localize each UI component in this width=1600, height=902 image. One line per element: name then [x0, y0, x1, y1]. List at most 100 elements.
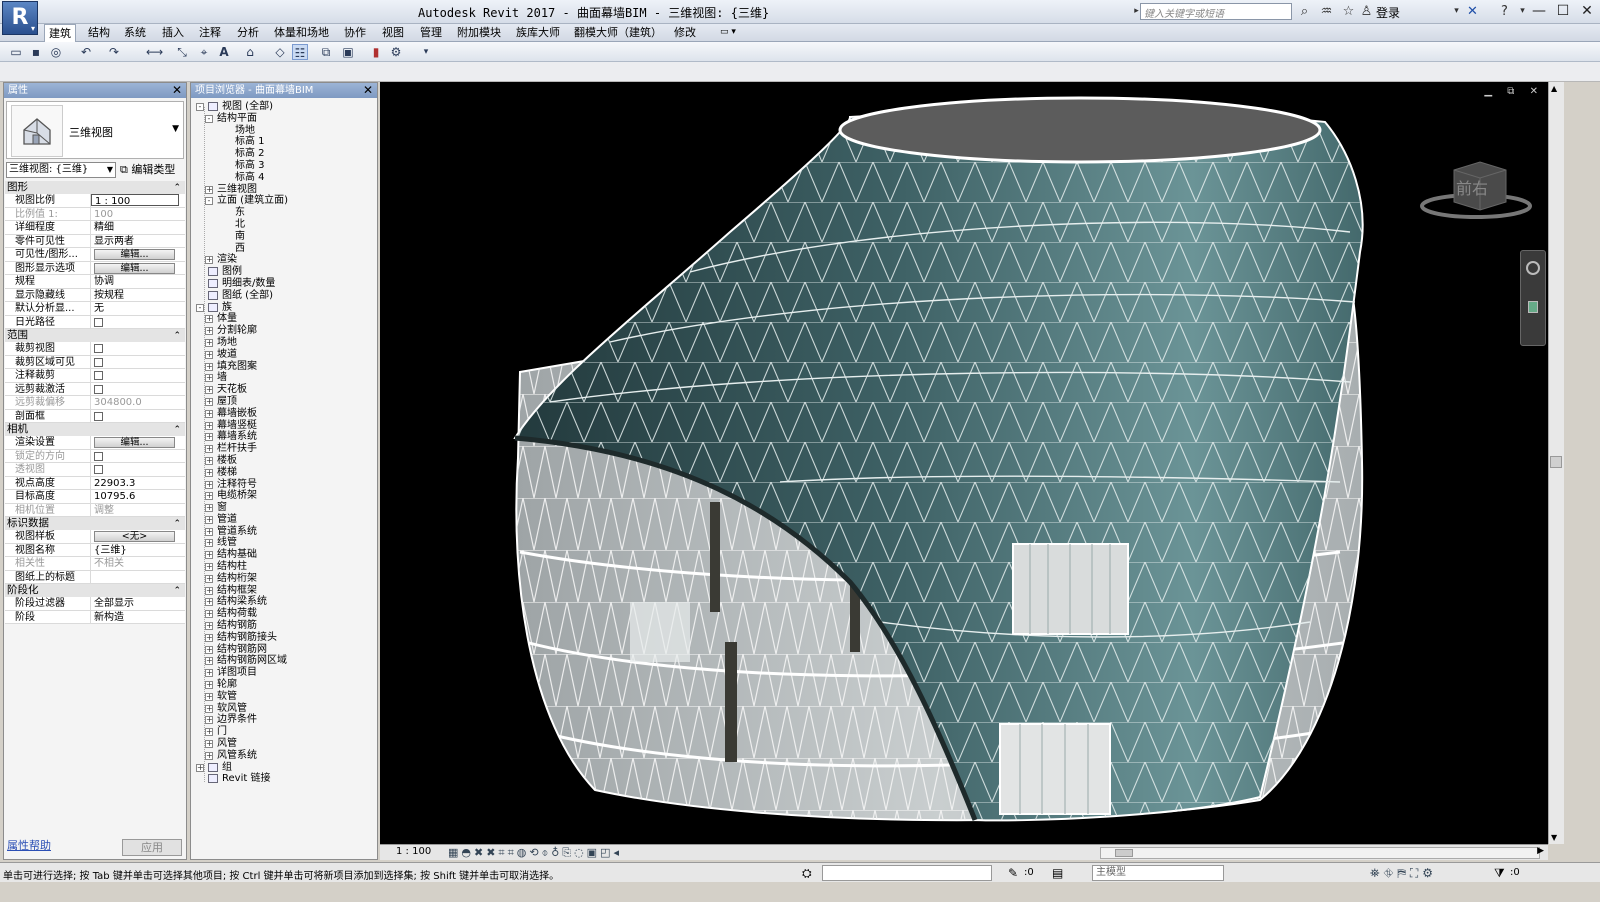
browser-node[interactable]: 西 — [194, 243, 376, 255]
browser-node[interactable]: + 风管 — [194, 738, 376, 750]
scrollbar-thumb[interactable] — [1550, 456, 1562, 468]
property-checkbox[interactable] — [91, 342, 185, 355]
expand-icon[interactable]: + — [205, 539, 213, 548]
tab-view[interactable]: 视图 — [378, 24, 408, 42]
search-input[interactable]: 键入关键字或短语 — [1140, 3, 1292, 20]
property-value[interactable]: 全部显示 — [91, 597, 185, 610]
browser-node[interactable]: 场地 — [194, 125, 376, 137]
measure-icon[interactable]: ⟷ — [146, 44, 163, 60]
ribbon-minimize-icon[interactable]: ▭ ▾ — [716, 24, 740, 42]
thin-lines-icon[interactable]: ☷ — [292, 44, 308, 60]
edit-button[interactable]: 编辑... — [94, 437, 175, 448]
expand-icon[interactable]: + — [205, 315, 213, 324]
browser-node[interactable]: + 三维视图 — [194, 184, 376, 196]
navigation-bar[interactable] — [1520, 250, 1546, 346]
expand-icon[interactable]: + — [205, 421, 213, 430]
collapse-icon[interactable]: - — [196, 103, 204, 111]
view-scale[interactable]: 1 : 100 — [396, 846, 431, 857]
edit-button[interactable]: <无> — [94, 531, 175, 542]
property-checkbox[interactable] — [91, 369, 185, 382]
browser-node[interactable]: 北 — [194, 219, 376, 231]
checkbox[interactable] — [94, 317, 103, 327]
tab-structure[interactable]: 结构 — [84, 24, 114, 42]
property-value[interactable]: 精细 — [91, 221, 185, 234]
checkbox[interactable] — [94, 357, 103, 367]
expand-icon[interactable]: + — [205, 409, 213, 418]
browser-node[interactable]: + 电缆桥架 — [194, 490, 376, 502]
switch-windows-icon[interactable]: ▣ — [340, 44, 356, 60]
property-value[interactable]: 显示两者 — [91, 235, 185, 248]
binoculars-icon[interactable]: ⌕ — [1296, 3, 1313, 20]
exchange-apps-icon[interactable]: ✕ — [1464, 3, 1481, 20]
type-selector[interactable]: 三维视图 ▼ — [6, 101, 184, 159]
browser-node[interactable]: + 栏杆扶手 — [194, 443, 376, 455]
expand-icon[interactable]: + — [205, 185, 213, 194]
expand-icon[interactable]: + — [205, 692, 213, 701]
dimension-icon[interactable]: ⤡ — [174, 44, 190, 60]
property-value[interactable] — [91, 571, 185, 584]
browser-node[interactable]: 明细表/数量 — [194, 278, 376, 290]
expand-icon[interactable]: + — [205, 563, 213, 572]
expand-icon[interactable]: + — [205, 728, 213, 737]
browser-node[interactable]: 南 — [194, 231, 376, 243]
expand-icon[interactable]: + — [205, 740, 213, 749]
browser-node[interactable]: + 详图项目 — [194, 667, 376, 679]
close-window-button[interactable]: ✕ — [1576, 2, 1598, 21]
expand-icon[interactable]: + — [205, 751, 213, 760]
redo-icon[interactable]: ↷ — [106, 44, 122, 60]
property-section[interactable]: 相机 — [5, 423, 185, 437]
browser-node[interactable]: - 结构平面 — [194, 113, 376, 125]
tab-architecture[interactable]: 建筑 — [44, 24, 76, 42]
browser-node[interactable]: + 结构钢筋 — [194, 620, 376, 632]
view-window-controls[interactable]: ▁ ⧉ ✕ — [1484, 86, 1544, 97]
selection-settings-icons[interactable]: ⛯⛗⛿⛶⚙ — [1370, 866, 1437, 881]
tab-model-translator[interactable]: 翻模大师（建筑） — [570, 24, 666, 42]
browser-node[interactable]: + 注释符号 — [194, 479, 376, 491]
tab-family-library[interactable]: 族库大师 — [512, 24, 564, 42]
property-value[interactable]: 协调 — [91, 275, 185, 288]
checkbox[interactable] — [94, 411, 103, 421]
browser-node[interactable]: + 结构梁系统 — [194, 596, 376, 608]
expand-icon[interactable]: + — [205, 480, 213, 489]
expand-icon[interactable]: + — [205, 433, 213, 442]
browser-node[interactable]: - 视图 (全部) — [194, 101, 376, 113]
scroll-right-icon[interactable]: ▶ — [1537, 846, 1544, 856]
browser-node[interactable]: 东 — [194, 207, 376, 219]
expand-icon[interactable]: + — [205, 633, 213, 642]
expand-icon[interactable]: + — [205, 445, 213, 454]
tab-collaborate[interactable]: 协作 — [340, 24, 370, 42]
browser-node[interactable]: + 软风管 — [194, 703, 376, 715]
property-checkbox[interactable] — [91, 316, 185, 329]
expand-icon[interactable]: + — [205, 386, 213, 395]
text-icon[interactable]: A — [216, 44, 232, 60]
chevron-down-icon[interactable]: ▼ — [172, 124, 179, 134]
expand-icon[interactable]: + — [205, 598, 213, 607]
property-section[interactable]: 范围 — [5, 329, 185, 343]
apply-button[interactable]: 应用 — [122, 839, 182, 856]
browser-node[interactable]: Revit 链接 — [194, 773, 376, 785]
property-checkbox[interactable] — [91, 410, 185, 423]
edit-button[interactable]: 编辑... — [94, 249, 175, 260]
property-checkbox[interactable] — [91, 356, 185, 369]
browser-node[interactable]: + 结构钢筋网 — [194, 644, 376, 656]
property-edit-button[interactable]: <无> — [91, 530, 185, 543]
login-dropdown-icon[interactable]: ▾ — [1448, 3, 1465, 20]
subscription-icon[interactable]: ♒ — [1318, 3, 1335, 20]
tab-annotate[interactable]: 注释 — [195, 24, 225, 42]
expand-icon[interactable]: + — [205, 586, 213, 595]
browser-node[interactable]: + 楼梯 — [194, 467, 376, 479]
workset-select[interactable] — [822, 865, 992, 881]
browser-node[interactable]: + 幕墙嵌板 — [194, 408, 376, 420]
browser-node[interactable]: + 填充图案 — [194, 361, 376, 373]
property-value[interactable]: 10795.6 — [91, 490, 185, 503]
browser-node[interactable]: 标高 2 — [194, 148, 376, 160]
expand-icon[interactable]: + — [205, 681, 213, 690]
expand-icon[interactable]: + — [196, 763, 204, 772]
tab-analyze[interactable]: 分析 — [233, 24, 263, 42]
browser-node[interactable]: + 分割轮廓 — [194, 325, 376, 337]
browser-node[interactable]: + 屋顶 — [194, 396, 376, 408]
properties-help-link[interactable]: 属性帮助 — [7, 837, 51, 853]
property-section[interactable]: 标识数据 — [5, 517, 185, 531]
browser-node[interactable]: + 结构桁架 — [194, 573, 376, 585]
steering-wheel-icon[interactable] — [1526, 261, 1540, 275]
